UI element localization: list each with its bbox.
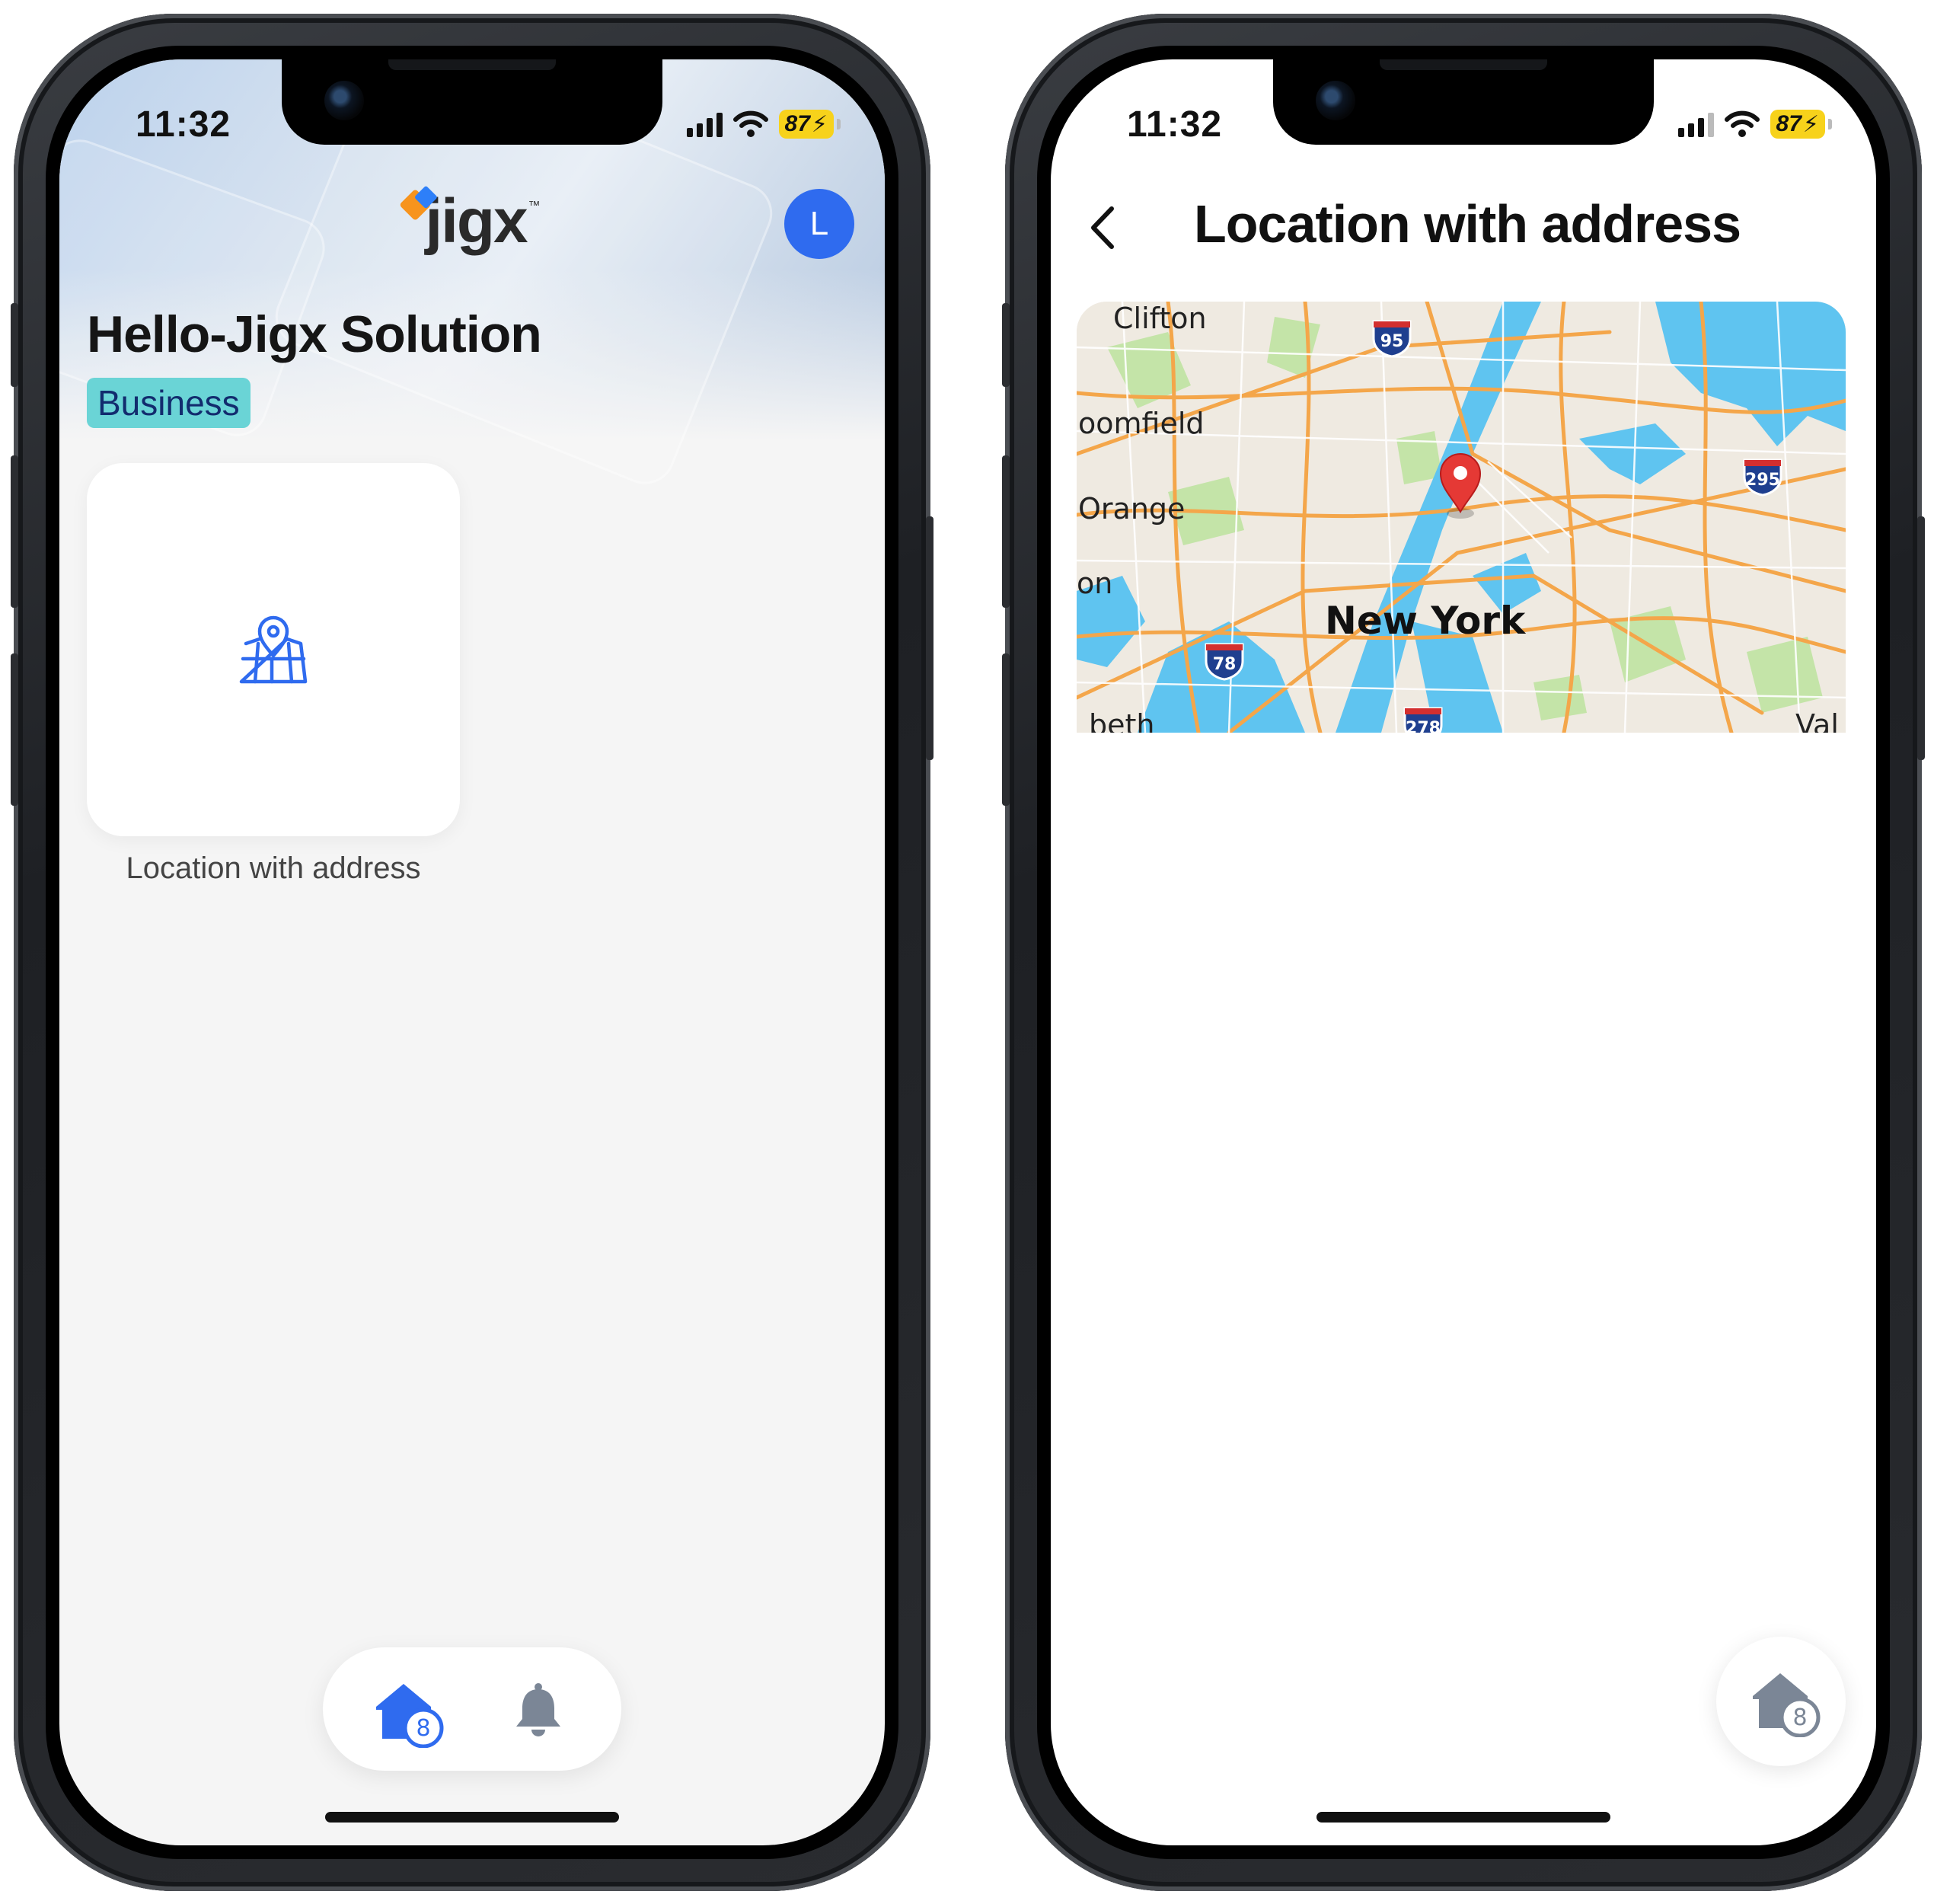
map-view[interactable]: Clifton oomfield Orange on New York beth…	[1077, 302, 1846, 733]
tile-location-with-address[interactable]	[87, 463, 460, 836]
notch	[282, 59, 662, 145]
status-time: 11:32	[136, 104, 231, 145]
home-badge-count: 8	[416, 1715, 430, 1742]
wifi-icon	[732, 110, 768, 137]
home-icon: 8	[1753, 1673, 1821, 1737]
highway-shield-278: 278	[1403, 707, 1443, 733]
status-icons: 87 ⚡	[686, 110, 841, 139]
phone-frame-detail: 11:32 87 ⚡ Location with address Clifton…	[1002, 14, 1925, 1891]
status-icons: 87 ⚡	[1677, 110, 1832, 139]
home-fab[interactable]: 8	[1716, 1637, 1846, 1766]
business-badge: Business	[87, 378, 251, 428]
status-time: 11:32	[1127, 104, 1223, 145]
map-marker-icon[interactable]	[1438, 452, 1483, 521]
signal-icon	[686, 111, 723, 137]
tile-label: Location with address	[126, 851, 421, 885]
home-indicator[interactable]	[325, 1812, 619, 1823]
svg-text:295: 295	[1745, 471, 1780, 490]
home-indicator[interactable]	[1316, 1812, 1610, 1823]
map-label-clifton: Clifton	[1113, 302, 1207, 335]
jigx-logo: jigx ™	[399, 185, 541, 253]
map-label-orange: Orange	[1078, 492, 1186, 526]
map-pin-icon	[239, 615, 308, 684]
notch	[1273, 59, 1654, 145]
svg-text:95: 95	[1380, 332, 1404, 351]
wifi-icon	[1724, 110, 1760, 137]
page-title: Location with address	[1194, 194, 1741, 254]
highway-shield-295: 295	[1743, 458, 1782, 497]
highway-shield-78: 78	[1205, 643, 1244, 681]
user-avatar[interactable]: L	[784, 189, 854, 259]
fab-badge-count: 8	[1792, 1704, 1807, 1731]
battery-icon: 87 ⚡	[1770, 110, 1825, 139]
map-label-new-york: New York	[1325, 599, 1526, 643]
signal-icon	[1677, 111, 1714, 137]
map-label-bloomfield: oomfield	[1078, 407, 1205, 440]
svg-text:278: 278	[1406, 719, 1441, 733]
highway-shield-95: 95	[1372, 320, 1412, 358]
map-label-beth: beth	[1089, 708, 1155, 733]
home-screen: 11:32 87 ⚡ jigx ™ L Hello-Jigx Solution B…	[59, 59, 885, 1845]
bell-icon[interactable]	[513, 1682, 563, 1737]
solution-title: Hello-Jigx Solution	[87, 305, 542, 363]
battery-icon: 87 ⚡	[778, 110, 834, 139]
map-label-on: on	[1077, 567, 1113, 600]
map-label-val: Val	[1795, 708, 1839, 733]
home-icon[interactable]: 8	[373, 1679, 446, 1748]
detail-screen: 11:32 87 ⚡ Location with address Clifton…	[1051, 59, 1876, 1845]
phone-frame-home: 11:32 87 ⚡ jigx ™ L Hello-Jigx Solution B…	[11, 14, 933, 1891]
tab-bar: 8	[323, 1647, 621, 1771]
svg-text:78: 78	[1213, 655, 1237, 674]
